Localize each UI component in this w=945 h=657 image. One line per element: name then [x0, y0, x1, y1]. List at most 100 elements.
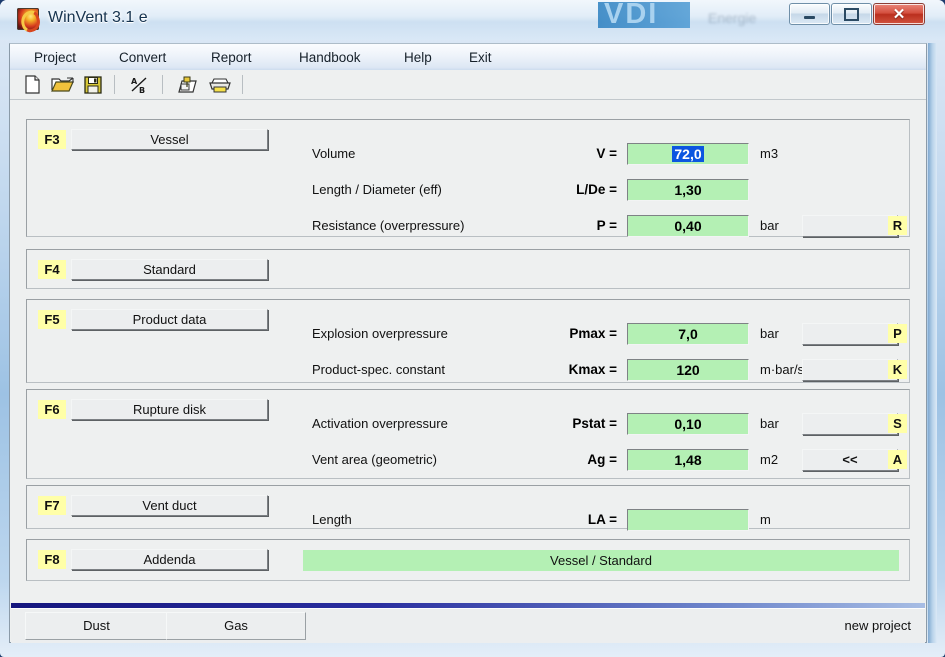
title-bar: VDI Energie WinVent 3.1 e ✕: [0, 0, 945, 40]
toolbar-separator: [162, 75, 163, 94]
aux-button-k[interactable]: [802, 359, 898, 381]
status-bar: new project Dust Gas: [11, 608, 925, 643]
letter-button-a[interactable]: A: [888, 450, 907, 469]
row-label: Product-spec. constant: [312, 362, 445, 377]
print-icon[interactable]: [208, 74, 232, 95]
field-wrapper: 1,30: [627, 179, 749, 201]
field-wrapper: 0,40: [627, 215, 749, 237]
input-pstat[interactable]: 0,10: [628, 414, 748, 434]
open-folder-icon[interactable]: [50, 74, 74, 95]
svg-text:B: B: [139, 86, 145, 95]
unit-label: bar: [760, 326, 779, 341]
button-product-data[interactable]: Product data: [71, 309, 268, 330]
fkey-label-f6: F6: [38, 400, 66, 419]
field-wrapper: [627, 509, 749, 531]
window-right-edge: [928, 43, 937, 643]
row-symbol: LA =: [587, 512, 617, 527]
toolbar: A B: [10, 70, 926, 100]
save-disk-icon[interactable]: [82, 74, 106, 95]
menu-item-project[interactable]: Project: [30, 49, 80, 66]
field-wrapper: 72,0: [627, 143, 749, 165]
application-window: VDI Energie WinVent 3.1 e ✕ Project Conve…: [0, 0, 945, 657]
panel-standard: F4 Standard: [26, 249, 910, 289]
window-title: WinVent 3.1 e: [48, 9, 148, 26]
aux-button-r[interactable]: [802, 215, 898, 237]
letter-button-s[interactable]: S: [888, 414, 907, 433]
input-p[interactable]: 0,40: [628, 216, 748, 236]
button-addenda[interactable]: Addenda: [71, 549, 268, 570]
unit-label: bar: [760, 416, 779, 431]
fkey-label-f5: F5: [38, 310, 66, 329]
aux-button-s[interactable]: [802, 413, 898, 435]
row-symbol: L/De =: [576, 182, 617, 197]
row-symbol: Pstat =: [572, 416, 617, 431]
status-message: new project: [844, 618, 911, 633]
button-rupture-disk[interactable]: Rupture disk: [71, 399, 268, 420]
panel-rupture-disk: F6 Rupture disk Activation overpressure Pst…: [26, 389, 910, 479]
tab-dust[interactable]: Dust: [25, 612, 168, 640]
maximize-button[interactable]: [831, 3, 872, 25]
unit-label: m3: [760, 146, 779, 161]
menu-item-convert[interactable]: Convert: [115, 49, 170, 66]
panel-vent-duct: F7 Vent duct Length LA = m: [26, 485, 910, 531]
minimize-icon: [790, 4, 829, 24]
button-vessel[interactable]: Vessel: [71, 129, 268, 150]
toolbar-separator: [242, 75, 243, 94]
tab-gas[interactable]: Gas: [166, 612, 306, 640]
row-symbol: V =: [596, 146, 617, 161]
report-icon[interactable]: [176, 74, 200, 95]
unit-label: bar: [760, 218, 779, 233]
minimize-button[interactable]: [789, 3, 830, 25]
vdi-watermark-subtext: Energie: [708, 10, 757, 26]
maximize-icon: [832, 4, 871, 24]
fkey-label-f3: F3: [38, 130, 66, 149]
row-symbol: Pmax =: [569, 326, 617, 341]
unit-label: m·bar/s: [760, 362, 805, 377]
aux-button-a[interactable]: <<: [802, 449, 898, 471]
row-label: Volume: [312, 146, 356, 161]
aux-button-p[interactable]: [802, 323, 898, 345]
close-button[interactable]: ✕: [873, 3, 925, 25]
letter-button-k[interactable]: K: [888, 360, 907, 379]
addenda-status-band: Vessel / Standard: [303, 550, 899, 571]
menu-item-report[interactable]: Report: [207, 49, 256, 66]
panel-addenda: F8 Addenda Vessel / Standard: [26, 539, 910, 581]
field-wrapper: 7,0: [627, 323, 749, 345]
row-symbol: Kmax =: [568, 362, 617, 377]
button-vent-duct[interactable]: Vent duct: [71, 495, 268, 516]
toolbar-separator: [114, 75, 115, 94]
input-v[interactable]: 72,0: [628, 144, 748, 164]
input-pmax[interactable]: 7,0: [628, 324, 748, 344]
new-document-icon[interactable]: [20, 74, 44, 95]
row-symbol: P =: [596, 218, 617, 233]
menu-item-help[interactable]: Help: [400, 49, 436, 66]
menu-item-handbook[interactable]: Handbook: [295, 49, 365, 66]
input-l/de[interactable]: 1,30: [628, 180, 748, 200]
field-wrapper: 1,48: [627, 449, 749, 471]
input-kmax[interactable]: 120: [628, 360, 748, 380]
field-wrapper: 120: [627, 359, 749, 381]
letter-button-r[interactable]: R: [888, 216, 907, 235]
letter-button-p[interactable]: P: [888, 324, 907, 343]
panel-product-data: F5 Product data Explosion overpressure Pmax…: [26, 299, 910, 383]
input-ag[interactable]: 1,48: [628, 450, 748, 470]
button-standard[interactable]: Standard: [71, 259, 268, 280]
unit-label: m2: [760, 452, 779, 467]
app-icon: [17, 8, 43, 35]
row-label: Resistance (overpressure): [312, 218, 465, 233]
row-label: Explosion overpressure: [312, 326, 448, 341]
field-wrapper: 0,10: [627, 413, 749, 435]
fkey-label-f8: F8: [38, 550, 66, 569]
row-label: Length: [312, 512, 352, 527]
input-la[interactable]: [628, 510, 748, 530]
client-area: Project Convert Report Handbook Help Exit: [9, 43, 927, 643]
row-label: Vent area (geometric): [312, 452, 438, 467]
menu-item-exit[interactable]: Exit: [465, 49, 496, 66]
fkey-label-f7: F7: [38, 496, 66, 515]
row-symbol: Ag =: [587, 452, 617, 467]
svg-text:A: A: [131, 77, 138, 86]
menu-bar: Project Convert Report Handbook Help Exit: [10, 44, 926, 71]
convert-ab-icon[interactable]: A B: [128, 74, 152, 95]
close-icon: ✕: [892, 5, 906, 23]
panel-vessel: F3 Vessel Volume V = 72,0 m3 Length / Diameter…: [26, 119, 910, 237]
